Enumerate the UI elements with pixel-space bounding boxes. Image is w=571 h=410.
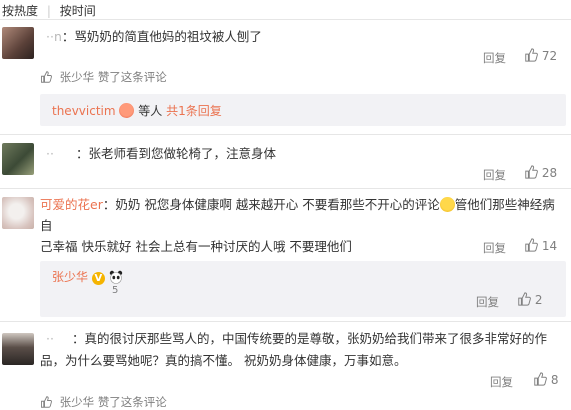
panda-icon — [109, 270, 122, 284]
divider — [0, 134, 571, 135]
liked-by-row: 张少华 赞了这条评论 — [40, 394, 167, 410]
thumb-small-icon — [41, 71, 52, 83]
divider — [0, 321, 571, 322]
verified-v-icon: V — [91, 272, 105, 285]
comment-username[interactable]: ·· — [46, 146, 54, 161]
thumb-up-icon — [518, 292, 531, 306]
comment-text: ·· ：真的很讨厌那些骂人的，中国传统要的是尊敬，张奶奶给我们带来了很多非常好的作… — [40, 331, 547, 368]
comment-text: ··n：骂奶奶的简直他妈的祖坟被人刨了 — [46, 29, 262, 44]
reply-button[interactable]: 回复 — [483, 50, 506, 66]
avatar[interactable] — [2, 27, 34, 59]
thumb-up-icon — [525, 238, 538, 252]
smile-emoji-icon — [119, 103, 135, 118]
like-count: 8 — [550, 373, 559, 387]
like-button[interactable]: 28 — [524, 165, 557, 180]
comment-username[interactable]: ··n — [46, 29, 62, 44]
like-count: 72 — [541, 49, 558, 63]
comment-username[interactable]: 可爱的花er — [40, 197, 103, 212]
like-button[interactable]: 8 — [533, 372, 558, 387]
sub-reply-user[interactable]: 张少华 — [52, 270, 88, 284]
sort-by-hot[interactable]: 按热度 — [2, 4, 38, 18]
reply-button[interactable]: 回复 — [476, 294, 499, 310]
like-button[interactable]: 2 — [517, 292, 542, 307]
comment-username[interactable]: ·· — [46, 331, 54, 346]
comment-text: ·· ：张老师看到您做轮椅了，注意身体 — [46, 146, 276, 161]
sub-reply-summary: thevvictim 等人 共1条回复 — [52, 102, 222, 119]
sub-reply-etc: 等人 — [138, 104, 163, 118]
avatar[interactable] — [2, 197, 34, 229]
like-button[interactable]: 72 — [524, 48, 557, 63]
divider — [0, 188, 571, 189]
liked-by-user[interactable]: 张少华 — [60, 70, 95, 84]
like-count: 28 — [541, 166, 558, 180]
reply-button[interactable]: 回复 — [490, 374, 513, 390]
avatar[interactable] — [2, 333, 34, 365]
divider — [0, 19, 571, 20]
thumb-up-icon — [534, 372, 547, 386]
smile-emoji-icon — [439, 197, 455, 212]
thumb-up-icon — [525, 48, 538, 62]
thumb-small-icon — [41, 396, 52, 408]
reply-button[interactable]: 回复 — [483, 240, 506, 256]
sort-separator: | — [46, 4, 51, 18]
liked-by-row: 张少华 赞了这条评论 — [40, 69, 167, 85]
sub-reply-text: 5 — [112, 285, 119, 296]
liked-by-user[interactable]: 张少华 — [60, 395, 95, 409]
sub-reply-more-link[interactable]: 共1条回复 — [166, 104, 222, 118]
sort-bar: 按热度 | 按时间 — [2, 2, 96, 19]
reply-button[interactable]: 回复 — [483, 167, 506, 183]
liked-note: 赞了这条评论 — [97, 70, 167, 84]
avatar[interactable] — [2, 143, 34, 175]
sub-reply-user[interactable]: thevvictim — [52, 104, 116, 118]
sort-by-time[interactable]: 按时间 — [60, 4, 96, 18]
like-count: 14 — [541, 239, 558, 253]
thumb-up-icon — [525, 165, 538, 179]
like-button[interactable]: 14 — [524, 238, 557, 253]
liked-note: 赞了这条评论 — [97, 395, 167, 409]
like-count: 2 — [534, 293, 543, 307]
sub-reply-header: 张少华 V — [52, 268, 123, 285]
